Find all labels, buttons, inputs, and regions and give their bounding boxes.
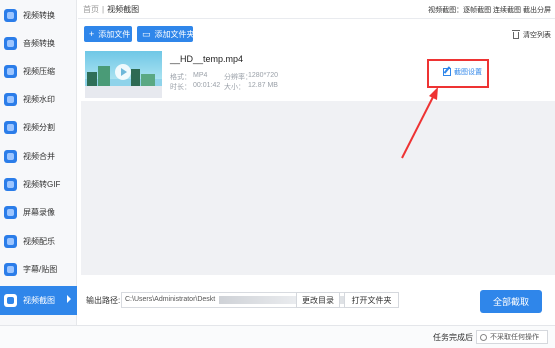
add-folder-button[interactable]: ▭ 添加文件夹	[137, 26, 195, 42]
plus-icon: +	[89, 29, 95, 39]
screenshot-settings-link[interactable]: 截图设置	[443, 67, 482, 77]
sidebar-item-audio-convert[interactable]: 音频转换	[0, 30, 77, 57]
sidebar-item-label: 视频截图	[23, 296, 55, 305]
sidebar-item-video-convert[interactable]: 视频转换	[0, 2, 77, 29]
size-label: 大小：	[224, 84, 245, 91]
sidebar-item-video-merge[interactable]: 视频合并	[0, 143, 77, 170]
file-name: __HD__temp.mp4	[170, 54, 244, 64]
breadcrumb-separator: |	[102, 4, 105, 14]
sidebar-item-video-music[interactable]: 视频配乐	[0, 228, 77, 255]
after-task-select[interactable]: 不采取任何操作	[476, 330, 548, 344]
video-split-icon	[4, 121, 17, 134]
breadcrumb-home[interactable]: 首页	[83, 5, 99, 14]
sidebar-item-subtitle[interactable]: 字幕/贴图	[0, 256, 77, 283]
file-list: __HD__temp.mp4 格式： MP4 分辨率： 1280*720 时长：…	[81, 48, 555, 275]
resolution-value: 1280*720	[248, 72, 278, 79]
output-bar: 输出路径: C:\Users\Administrator\Deskt 更改目录 …	[78, 283, 555, 319]
clear-list-button[interactable]: 清空列表	[512, 29, 551, 41]
sidebar-item-video-watermark[interactable]: 视频水印	[0, 86, 77, 113]
play-icon[interactable]	[115, 64, 131, 80]
video-convert-icon	[4, 9, 17, 22]
sidebar-item-label: 视频压缩	[23, 67, 55, 76]
change-directory-button[interactable]: 更改目录	[296, 292, 340, 308]
sidebar-item-label: 屏幕录像	[23, 208, 55, 217]
video-merge-icon	[4, 150, 17, 163]
clear-list-label: 清空列表	[523, 32, 551, 39]
open-folder-button[interactable]: 打开文件夹	[344, 292, 399, 308]
sidebar-item-video-split[interactable]: 视频分割	[0, 114, 77, 141]
add-file-label: 添加文件	[98, 29, 131, 39]
add-folder-label: 添加文件夹	[154, 29, 195, 39]
sidebar-item-label: 字幕/贴图	[23, 265, 58, 274]
duration-label: 时长：	[170, 84, 191, 91]
sidebar-item-label: 视频配乐	[23, 237, 55, 246]
folder-icon: ▭	[142, 28, 151, 39]
sidebar-item-video-compress[interactable]: 视频压缩	[0, 58, 77, 85]
clock-icon	[480, 333, 487, 341]
after-task-label: 任务完成后	[433, 333, 473, 342]
video-thumbnail[interactable]	[85, 51, 162, 98]
sidebar-item-label: 音频转换	[23, 39, 55, 48]
top-bar: 首页 | 视频截图 视频截图：逐帧截图 连续截图 截出分屏	[78, 0, 555, 19]
sidebar-item-video-screenshot[interactable]: 视频截图	[0, 286, 77, 315]
caret-right-icon	[67, 295, 71, 303]
video-gif-icon	[4, 178, 17, 191]
status-bar: 任务完成后 不采取任何操作	[0, 325, 555, 348]
output-path-label: 输出路径:	[86, 296, 121, 305]
add-file-button[interactable]: + 添加文件	[84, 26, 132, 42]
list-item[interactable]: __HD__temp.mp4 格式： MP4 分辨率： 1280*720 时长：…	[81, 48, 555, 101]
sidebar-item-label: 视频转换	[23, 11, 55, 20]
breadcrumb-current: 视频截图	[107, 4, 140, 14]
duration-value: 00:01:42	[193, 82, 221, 89]
sidebar-item-screen-record[interactable]: 屏幕录像	[0, 199, 77, 226]
audio-convert-icon	[4, 37, 17, 50]
after-task-value: 不采取任何操作	[490, 334, 539, 341]
breadcrumb: 首页 | 视频截图	[83, 4, 139, 15]
screenshot-settings-label: 截图设置	[454, 69, 482, 76]
trash-icon	[512, 29, 520, 39]
size-value: 12.87 MB	[248, 82, 278, 89]
sidebar: 视频转换 音频转换 视频压缩 视频水印 视频分割 视频合并 视频转GIF 屏幕录…	[0, 0, 77, 348]
subtitle-icon	[4, 263, 17, 276]
sidebar-item-label: 视频转GIF	[23, 180, 61, 189]
video-compress-icon	[4, 65, 17, 78]
capture-all-button[interactable]: 全部截取	[480, 290, 542, 313]
video-watermark-icon	[4, 93, 17, 106]
screen-record-icon	[4, 206, 17, 219]
sidebar-item-label: 视频合并	[23, 152, 55, 161]
feature-description: 视频截图：逐帧截图 连续截图 截出分屏	[428, 7, 551, 14]
sidebar-item-label: 视频水印	[23, 95, 55, 104]
edit-icon	[443, 68, 451, 76]
sidebar-item-label: 视频分割	[23, 123, 55, 132]
sidebar-item-video-gif[interactable]: 视频转GIF	[0, 171, 77, 198]
video-music-icon	[4, 235, 17, 248]
video-screenshot-icon	[4, 294, 17, 307]
format-value: MP4	[193, 72, 208, 79]
format-label: 格式：	[170, 74, 191, 81]
